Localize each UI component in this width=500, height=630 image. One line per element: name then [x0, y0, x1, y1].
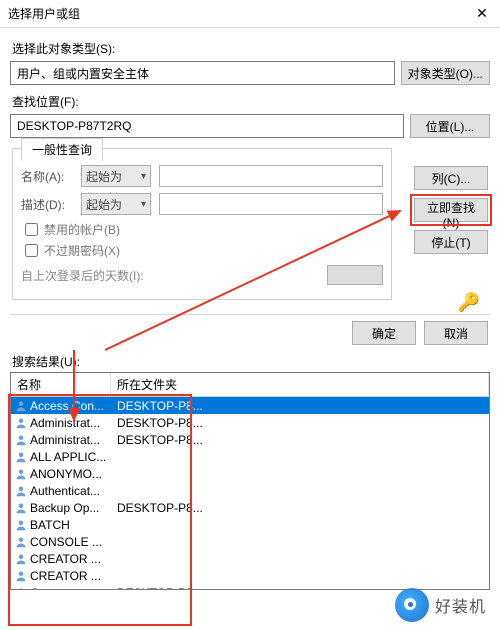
- ok-button[interactable]: 确定: [352, 321, 416, 345]
- watermark: 好装机: [395, 588, 486, 622]
- col-header-folder[interactable]: 所在文件夹: [111, 373, 489, 396]
- close-icon[interactable]: ✕: [472, 5, 492, 22]
- col-header-name[interactable]: 名称: [11, 373, 111, 396]
- desc-op-value: 起始为: [86, 196, 122, 213]
- table-row[interactable]: CREATOR ...: [11, 567, 489, 584]
- find-now-button[interactable]: 立即查找(N): [414, 198, 488, 222]
- desc-label: 描述(D):: [21, 196, 73, 213]
- key-icon: 🔑: [458, 292, 480, 313]
- nonexpire-pw-checkbox[interactable]: 不过期密码(X): [25, 242, 383, 259]
- object-type-label: 选择此对象类型(S):: [12, 40, 490, 57]
- disabled-accounts-checkbox[interactable]: 禁用的帐户(B): [25, 221, 383, 238]
- name-op-value: 起始为: [86, 168, 122, 185]
- desc-input[interactable]: [159, 193, 383, 215]
- results-header: 名称 所在文件夹: [11, 373, 489, 397]
- columns-button[interactable]: 列(C)...: [414, 166, 488, 190]
- name-op-select[interactable]: 起始为 ▾: [81, 165, 151, 187]
- table-row[interactable]: Backup Op...DESKTOP-P8...: [11, 499, 489, 516]
- days-since-login-select[interactable]: [327, 265, 383, 285]
- common-queries-fieldset: 一般性查询 名称(A): 起始为 ▾ 描述(D): 起始为 ▾ 禁用的帐户(B)…: [12, 148, 392, 300]
- search-results-label: 搜索结果(U):: [0, 349, 500, 372]
- disabled-accounts-box[interactable]: [25, 223, 38, 236]
- titlebar: 选择用户或组 ✕: [0, 0, 500, 28]
- object-types-button[interactable]: 对象类型(O)...: [401, 61, 490, 85]
- table-row[interactable]: CREATOR ...: [11, 550, 489, 567]
- table-row[interactable]: CONSOLE ...: [11, 533, 489, 550]
- results-body[interactable]: Access Con...DESKTOP-P8...Administrat...…: [11, 397, 489, 590]
- nonexpire-pw-box[interactable]: [25, 244, 38, 257]
- chevron-down-icon: ▾: [141, 171, 146, 182]
- chevron-down-icon: ▾: [141, 199, 146, 210]
- table-row[interactable]: Administrat...DESKTOP-P8...: [11, 414, 489, 431]
- table-row[interactable]: BATCH: [11, 516, 489, 533]
- location-label: 查找位置(F):: [12, 93, 490, 110]
- desc-op-select[interactable]: 起始为 ▾: [81, 193, 151, 215]
- watermark-text: 好装机: [435, 593, 486, 617]
- table-row[interactable]: ANONYMO...: [11, 465, 489, 482]
- dialog-title: 选择用户或组: [8, 5, 80, 22]
- dialog-action-row: 确定 取消: [0, 315, 500, 349]
- table-row[interactable]: ALL APPLIC...: [11, 448, 489, 465]
- locations-button[interactable]: 位置(L)...: [410, 114, 490, 138]
- right-button-column: 列(C)... 立即查找(N) 停止(T): [414, 166, 488, 254]
- cancel-button[interactable]: 取消: [424, 321, 488, 345]
- table-row[interactable]: Authenticat...: [11, 482, 489, 499]
- name-input[interactable]: [159, 165, 383, 187]
- stop-button[interactable]: 停止(T): [414, 230, 488, 254]
- name-label: 名称(A):: [21, 168, 73, 185]
- location-input[interactable]: [10, 114, 404, 138]
- table-row[interactable]: Access Con...DESKTOP-P8...: [11, 397, 489, 414]
- common-queries-tab[interactable]: 一般性查询: [21, 138, 103, 161]
- results-list[interactable]: 名称 所在文件夹 Access Con...DESKTOP-P8...Admin…: [10, 372, 490, 590]
- days-since-login-label: 自上次登录后的天数(I):: [21, 267, 144, 284]
- watermark-logo-icon: [395, 588, 429, 622]
- table-row[interactable]: Administrat...DESKTOP-P8...: [11, 431, 489, 448]
- object-type-input[interactable]: [10, 61, 395, 85]
